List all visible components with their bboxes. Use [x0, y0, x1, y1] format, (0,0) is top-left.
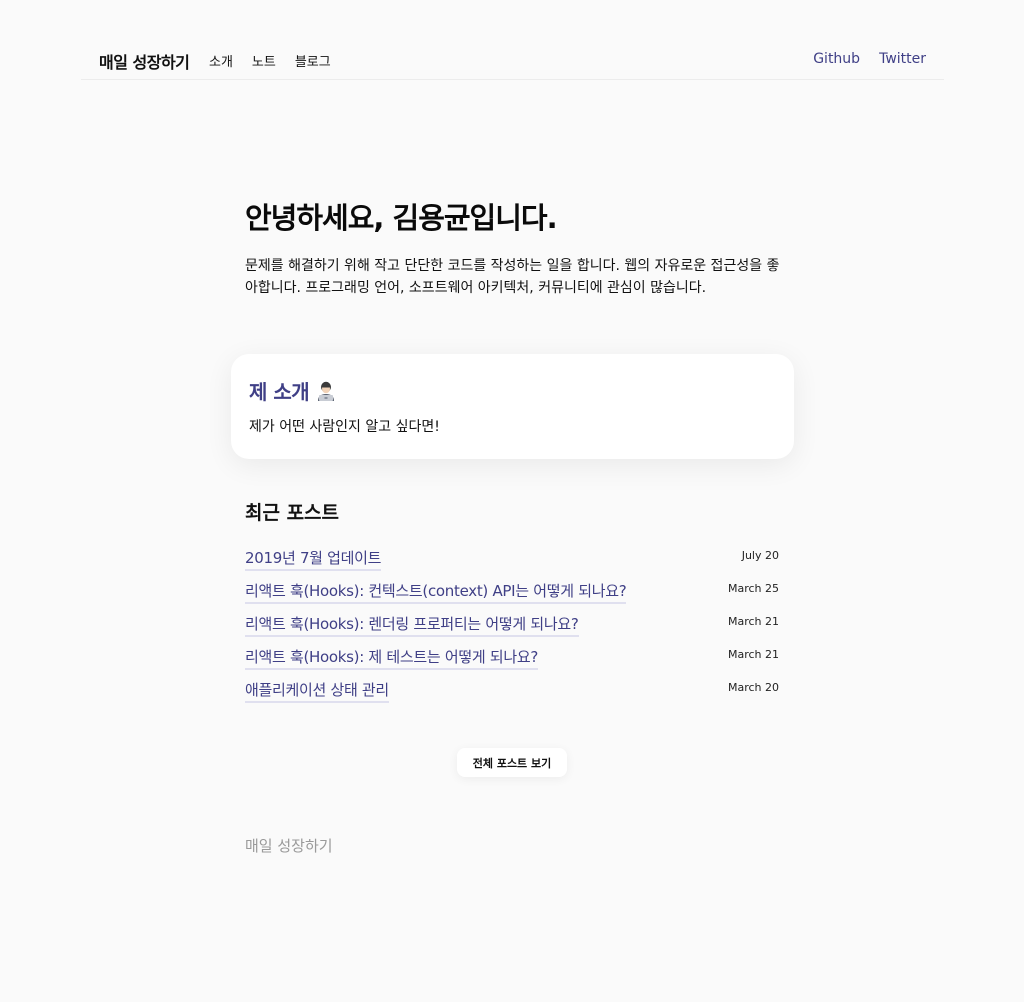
technologist-emoji-icon: [315, 380, 337, 402]
post-link[interactable]: 리액트 훅(Hooks): 렌더링 프로퍼티는 어떻게 되나요?: [245, 613, 579, 637]
page: 매일 성장하기 소개 노트 블로그 Github Twitter 안녕하세요, …: [0, 0, 1024, 1002]
list-item: 리액트 훅(Hooks): 렌더링 프로퍼티는 어떻게 되나요? March 2…: [245, 611, 779, 644]
hero-title: 안녕하세요, 김용균입니다.: [245, 201, 558, 235]
post-date: March 20: [727, 681, 779, 694]
post-link[interactable]: 리액트 훅(Hooks): 컨텍스트(context) API는 어떻게 되나요…: [245, 580, 627, 604]
post-link[interactable]: 애플리케이션 상태 관리: [245, 679, 389, 703]
post-date: March 21: [727, 615, 779, 628]
site-header: 매일 성장하기 소개 노트 블로그 Github Twitter: [81, 40, 944, 80]
post-date: July 20: [741, 549, 779, 562]
nav-item-notes[interactable]: 노트: [252, 51, 276, 70]
main-nav: 소개 노트 블로그: [209, 51, 350, 70]
recent-posts-list: 2019년 7월 업데이트 July 20 리액트 훅(Hooks): 컨텍스트…: [245, 545, 779, 710]
brand-link[interactable]: 매일 성장하기: [99, 49, 190, 73]
post-date: March 25: [727, 582, 779, 595]
list-item: 리액트 훅(Hooks): 컨텍스트(context) API는 어떻게 되나요…: [245, 578, 779, 611]
list-item: 애플리케이션 상태 관리 March 20: [245, 677, 779, 710]
post-link[interactable]: 2019년 7월 업데이트: [245, 547, 381, 571]
github-link[interactable]: Github: [813, 51, 860, 67]
twitter-link[interactable]: Twitter: [879, 51, 926, 67]
recent-posts-heading: 최근 포스트: [245, 502, 340, 524]
external-links: Github Twitter: [794, 51, 926, 67]
nav-item-blog[interactable]: 블로그: [295, 51, 331, 70]
post-date: March 21: [727, 648, 779, 661]
view-all-posts-button[interactable]: 전체 포스트 보기: [457, 748, 567, 777]
hero-description: 문제를 해결하기 위해 작고 단단한 코드를 작성하는 일을 합니다. 웹의 자…: [245, 258, 780, 296]
intro-card-title-row: 제 소개: [249, 376, 337, 405]
intro-card-title: 제 소개: [249, 380, 310, 404]
nav-item-about[interactable]: 소개: [209, 51, 233, 70]
intro-card[interactable]: 제 소개 제가 어떤 사람인지 알고 싶다면!: [231, 354, 794, 459]
list-item: 리액트 훅(Hooks): 제 테스트는 어떻게 되나요? March 21: [245, 644, 779, 677]
intro-card-description: 제가 어떤 사람인지 알고 싶다면!: [249, 419, 440, 435]
site-footer: 매일 성장하기: [245, 837, 333, 855]
list-item: 2019년 7월 업데이트 July 20: [245, 545, 779, 578]
post-link[interactable]: 리액트 훅(Hooks): 제 테스트는 어떻게 되나요?: [245, 646, 538, 670]
